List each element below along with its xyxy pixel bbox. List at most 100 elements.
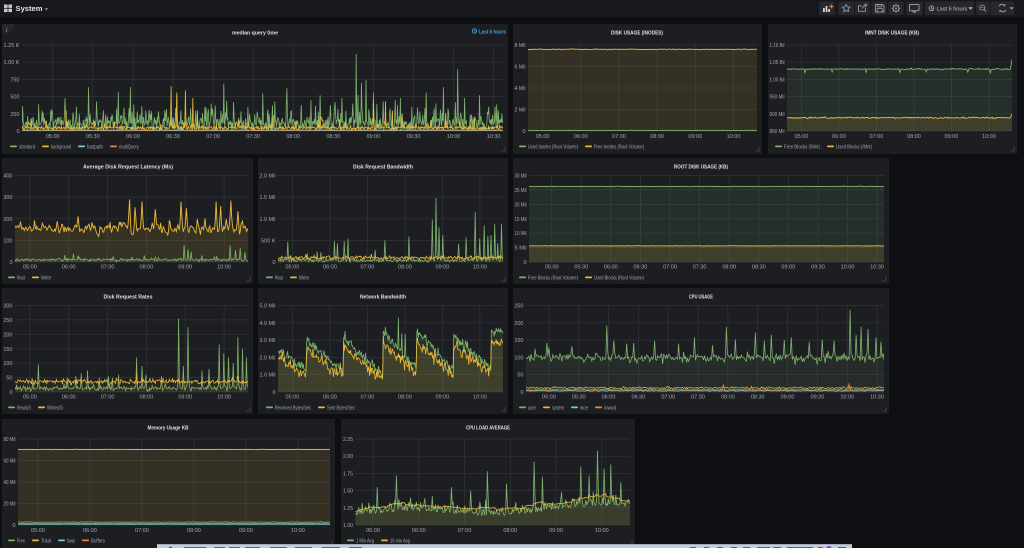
svg-text:Free Blocks (/Mnt): Free Blocks (/Mnt)	[784, 145, 820, 151]
svg-text:08:30: 08:30	[751, 395, 765, 401]
svg-text:09:00: 09:00	[549, 528, 563, 534]
svg-text:1.00 Bil: 1.00 Bil	[770, 77, 785, 83]
svg-text:0: 0	[272, 260, 275, 266]
svg-text:/MNT DISK USAGE (KB): /MNT DISK USAGE (KB)	[865, 31, 919, 37]
svg-text:1.25 K: 1.25 K	[4, 43, 20, 49]
svg-text:1.05 Bil: 1.05 Bil	[770, 60, 785, 66]
svg-text:06:00: 06:00	[323, 265, 337, 271]
svg-text:Free: Free	[17, 539, 25, 545]
svg-text:2.0 Mil: 2.0 Mil	[260, 355, 276, 361]
svg-text:05:00: 05:00	[366, 528, 380, 534]
svg-text:CPU LOAD AVERAGE: CPU LOAD AVERAGE	[466, 426, 510, 432]
svg-text:4 Mil: 4 Mil	[515, 86, 526, 92]
svg-text:10 Mil: 10 Mil	[515, 231, 527, 237]
svg-text:500 K: 500 K	[261, 238, 276, 244]
svg-text:50: 50	[517, 373, 523, 379]
svg-text:fastpath: fastpath	[87, 145, 103, 151]
svg-text:10:00: 10:00	[217, 395, 231, 401]
svg-text:07:00: 07:00	[101, 265, 115, 271]
svg-text:0: 0	[16, 129, 19, 135]
svg-text:07:00: 07:00	[135, 528, 149, 534]
svg-text:09:30: 09:30	[811, 265, 825, 271]
svg-text:CPU USAGE: CPU USAGE	[689, 295, 713, 301]
svg-text:09:00: 09:00	[239, 528, 253, 534]
svg-text:Sent Bytes/Sec: Sent Bytes/Sec	[327, 406, 355, 412]
svg-text:0: 0	[9, 390, 12, 396]
svg-text:09:30: 09:30	[811, 395, 825, 401]
svg-text:1.00 K: 1.00 K	[4, 60, 20, 66]
svg-text:Total: Total	[41, 539, 51, 545]
svg-text:1.00: 1.00	[343, 523, 353, 529]
svg-text:250: 250	[514, 304, 523, 310]
svg-text:25 Mil: 25 Mil	[515, 188, 527, 194]
svg-text:08:00: 08:00	[140, 395, 154, 401]
svg-text:08:00: 08:00	[721, 395, 735, 401]
svg-text:06:30: 06:30	[634, 265, 648, 271]
svg-text:09:00: 09:00	[178, 395, 192, 401]
svg-text:06:00: 06:00	[602, 395, 616, 401]
svg-text:09:00: 09:00	[436, 395, 450, 401]
svg-text:System: System	[16, 4, 43, 13]
svg-text:0: 0	[520, 390, 523, 396]
svg-text:08:00: 08:00	[398, 265, 412, 271]
svg-text:150: 150	[3, 347, 12, 353]
svg-text:Buffers: Buffers	[91, 539, 105, 545]
svg-text:Last 6 hours: Last 6 hours	[479, 29, 506, 35]
svg-text:8 Mil: 8 Mil	[515, 43, 526, 49]
svg-text:850 Mil: 850 Mil	[770, 129, 785, 135]
svg-text:Memory Usage KB: Memory Usage KB	[148, 426, 189, 432]
svg-text:08:00: 08:00	[722, 265, 736, 271]
svg-text:ROOT DISK USAGE (KB): ROOT DISK USAGE (KB)	[674, 165, 728, 171]
svg-text:07:00: 07:00	[612, 134, 626, 140]
svg-text:08:00: 08:00	[503, 528, 517, 534]
svg-text:50: 50	[6, 376, 12, 382]
svg-text:250: 250	[10, 112, 19, 118]
svg-text:09:00: 09:00	[367, 134, 381, 140]
svg-text:Average Disk Request Latency (: Average Disk Request Latency (Ms)	[83, 165, 173, 171]
svg-text:0: 0	[522, 129, 525, 135]
svg-text:4.0 Mil: 4.0 Mil	[260, 321, 276, 327]
svg-text:05:30: 05:30	[572, 395, 586, 401]
svg-text:09:00: 09:00	[781, 265, 795, 271]
svg-text:Read: Read	[17, 276, 25, 282]
svg-text:6 Mil: 6 Mil	[515, 65, 526, 71]
svg-text:07:00: 07:00	[458, 528, 472, 534]
svg-text:Network Bandwidth: Network Bandwidth	[360, 295, 406, 301]
svg-text:system: system	[552, 406, 564, 412]
svg-text:Used Blocks (Root Volume): Used Blocks (Root Volume)	[594, 276, 644, 282]
svg-text:Write: Write	[299, 276, 309, 282]
svg-text:06:00: 06:00	[83, 528, 97, 534]
svg-text:2 Mil: 2 Mil	[515, 108, 526, 114]
svg-text:10:00: 10:00	[982, 134, 996, 140]
svg-text:10:30: 10:30	[870, 395, 884, 401]
svg-text:background: background	[51, 145, 71, 151]
svg-text:multiQuery: multiQuery	[119, 145, 139, 151]
svg-text:10:00: 10:00	[595, 528, 609, 534]
svg-text:Writes/S: Writes/S	[47, 406, 64, 412]
svg-text:05:00: 05:00	[23, 395, 37, 401]
svg-text:150: 150	[514, 338, 523, 344]
svg-text:2.25: 2.25	[343, 437, 353, 443]
svg-text:06:00: 06:00	[62, 265, 76, 271]
svg-text:20 Mil: 20 Mil	[515, 202, 527, 208]
svg-text:09:00: 09:00	[436, 265, 450, 271]
svg-text:10:30: 10:30	[487, 134, 501, 140]
svg-text:06:30: 06:30	[166, 134, 180, 140]
svg-text:0: 0	[12, 523, 15, 529]
svg-text:09:00: 09:00	[945, 134, 959, 140]
svg-text:1.50: 1.50	[343, 489, 353, 495]
svg-text:05:00: 05:00	[542, 395, 556, 401]
svg-text:15 Mil: 15 Mil	[515, 217, 527, 223]
svg-text:05:00: 05:00	[795, 134, 809, 140]
svg-text:1.5 Mil: 1.5 Mil	[260, 195, 276, 201]
svg-text:09:00: 09:00	[688, 134, 702, 140]
svg-text:Last 6 hours: Last 6 hours	[937, 6, 968, 12]
svg-text:standard: standard	[19, 145, 35, 151]
svg-text:05:00: 05:00	[46, 134, 60, 140]
svg-text:200: 200	[3, 332, 12, 338]
svg-text:08:30: 08:30	[326, 134, 340, 140]
svg-text:300: 300	[3, 304, 12, 310]
svg-text:06:00: 06:00	[412, 528, 426, 534]
svg-text:3.0 Mil: 3.0 Mil	[260, 338, 276, 344]
svg-text:100: 100	[3, 361, 12, 367]
